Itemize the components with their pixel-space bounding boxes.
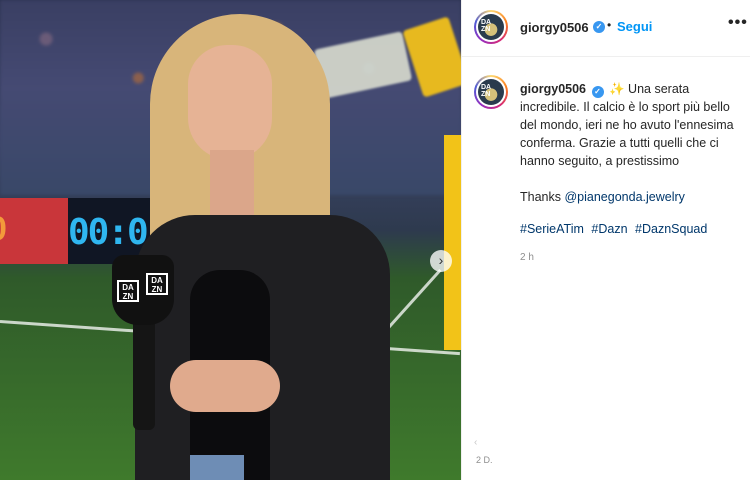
caption-avatar[interactable]: DA ZN bbox=[474, 75, 508, 109]
hashtag-list: #SerieATim #Dazn #DaznSquad bbox=[520, 222, 711, 236]
thanks-text: Thanks bbox=[520, 190, 561, 204]
person-hands bbox=[170, 360, 280, 412]
bottom-time: 2 D. bbox=[476, 455, 493, 465]
post-sidebar: DA ZN giorgy0506 ✓ • Segui ••• DA ZN giorg… bbox=[461, 0, 750, 480]
mention-link[interactable]: @pianegonda.jewelry bbox=[564, 190, 684, 204]
verified-badge-icon: ✓ bbox=[593, 21, 605, 33]
scoreboard-left-text: 0 bbox=[0, 210, 7, 249]
post-time: 2 h bbox=[520, 252, 534, 263]
chevron-right-icon[interactable]: › bbox=[430, 250, 452, 272]
caption-username[interactable]: giorgy0506 bbox=[520, 82, 586, 96]
dazn-logo: DA ZN bbox=[146, 273, 168, 295]
person-face bbox=[188, 45, 272, 160]
more-options-icon[interactable]: ••• bbox=[728, 14, 748, 32]
faint-mark: ‹ bbox=[474, 437, 478, 448]
post-caption: giorgy0506 ✓ ✨ Una serata incredibile. I… bbox=[520, 80, 742, 170]
post-photo[interactable]: 0 00:0 DAZN DAZN › bbox=[0, 0, 461, 480]
microphone-handle bbox=[133, 320, 155, 430]
thanks-line: Thanks @pianegonda.jewelry bbox=[520, 190, 685, 204]
hashtag-link[interactable]: #SerieATim bbox=[520, 222, 584, 236]
username-link[interactable]: giorgy0506 bbox=[520, 20, 589, 35]
verified-badge-icon: ✓ bbox=[591, 86, 604, 98]
follow-button[interactable]: Segui bbox=[617, 19, 652, 34]
scoreboard-clock-text: 00:0 bbox=[68, 212, 149, 253]
sparkles-icon: ✨ bbox=[608, 82, 625, 96]
hashtag-link[interactable]: #Dazn bbox=[591, 222, 627, 236]
dazn-logo: DA ZN bbox=[117, 280, 139, 302]
avatar[interactable]: DA ZN bbox=[474, 10, 508, 44]
separator-dot: • bbox=[607, 18, 612, 32]
person-jeans bbox=[190, 455, 244, 480]
corner-post bbox=[444, 135, 461, 350]
hashtag-link[interactable]: #DaznSquad bbox=[635, 222, 707, 236]
post-header: DA ZN giorgy0506 ✓ • Segui ••• bbox=[462, 0, 750, 57]
scoreboard-left: 0 bbox=[0, 198, 68, 264]
